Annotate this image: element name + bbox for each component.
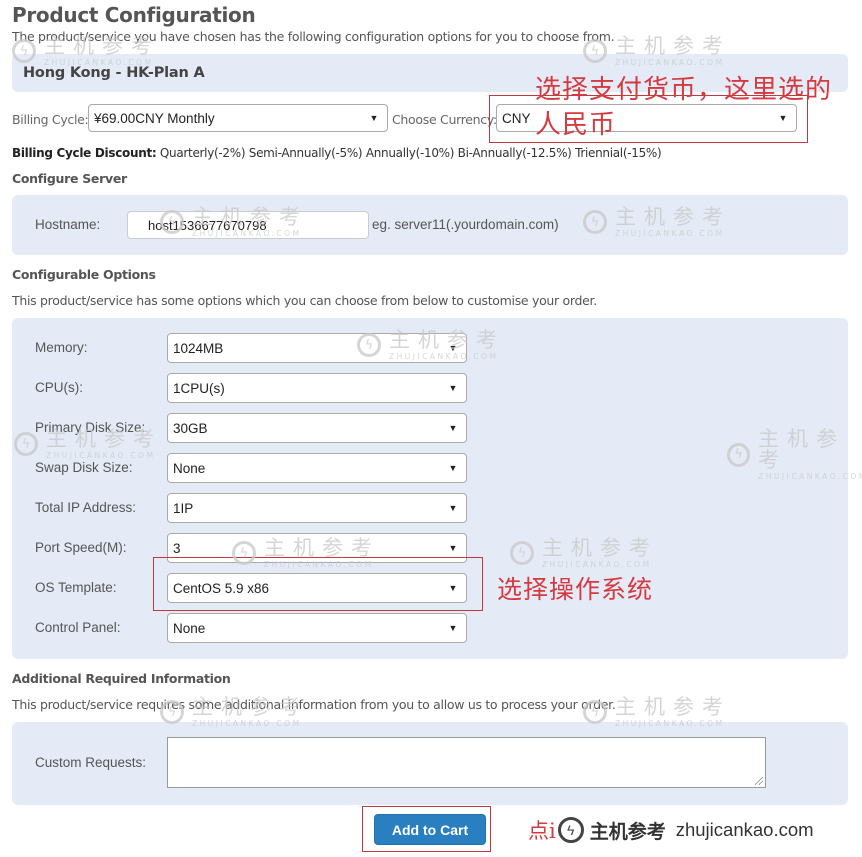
footer-watermark-en: zhujicankao.com <box>675 819 814 840</box>
footer-watermark-cn: 主机参考 <box>589 821 666 843</box>
additional-info-heading: Additional Required Information <box>12 671 231 686</box>
lightning-logo-icon: ϟ <box>510 541 534 566</box>
watermark-cn: 主机参考 <box>44 34 160 58</box>
watermark: ϟ 主机参考 ZHUJICANKAO.COM <box>232 538 380 569</box>
option-value: None <box>173 620 206 636</box>
chevron-down-icon: ▼ <box>448 383 458 393</box>
watermark-cn: 主机参考 <box>758 427 846 472</box>
watermark-en: ZHUJICANKAO.COM <box>615 229 725 238</box>
option-label: Memory: <box>35 340 88 355</box>
option-select[interactable]: 1CPU(s) ▼ <box>167 373 467 403</box>
billing-cycle-select[interactable]: ¥69.00CNY Monthly ▼ <box>88 104 388 132</box>
watermark-cn: 主机参考 <box>615 205 731 229</box>
lightning-logo-icon: ϟ <box>357 333 381 358</box>
chevron-down-icon: ▼ <box>448 423 458 433</box>
chevron-down-icon: ▼ <box>448 623 458 633</box>
os-annotation: 选择操作系统 <box>497 575 654 604</box>
watermark: ϟ 主机参考 ZHUJICANKAO.COM <box>14 429 162 460</box>
option-label: Port Speed(M): <box>35 540 127 555</box>
option-value: 1CPU(s) <box>173 380 225 396</box>
currency-annotation-line2: 人民币 <box>535 110 617 140</box>
custom-requests-textarea[interactable] <box>167 737 766 788</box>
chevron-down-icon: ▼ <box>448 463 458 473</box>
watermark-en: ZHUJICANKAO.COM <box>46 451 156 460</box>
option-label: Total IP Address: <box>35 500 137 515</box>
option-label: CPU(s): <box>35 380 83 395</box>
watermark: ϟ 主机参考 ZHUJICANKAO.COM <box>160 207 308 238</box>
option-select[interactable]: None ▼ <box>167 613 467 643</box>
watermark-cn: 主机参考 <box>615 34 731 58</box>
lightning-logo-icon: ϟ <box>727 442 751 467</box>
watermark-cn: 主机参考 <box>389 328 505 352</box>
cart-annotation-partial: 点i <box>528 819 556 843</box>
page-title: Product Configuration <box>12 3 256 27</box>
configurable-options-heading: Configurable Options <box>12 267 156 282</box>
lightning-logo-icon: ϟ <box>12 39 36 64</box>
watermark: ϟ 主机参考 ZHUJICANKAO.COM <box>12 36 160 67</box>
chevron-down-icon: ▼ <box>448 543 458 553</box>
watermark-en: ZHUJICANKAO.COM <box>192 719 302 728</box>
billing-cycle-label: Billing Cycle: <box>12 112 89 127</box>
discount-text: Quarterly(-2%) Semi-Annually(-5%) Annual… <box>159 146 662 160</box>
option-label: Swap Disk Size: <box>35 460 133 475</box>
watermark: ϟ 主机参考 ZHUJICANKAO.COM <box>357 330 505 361</box>
watermark-cn: 主机参考 <box>615 695 731 719</box>
watermark-en: ZHUJICANKAO.COM <box>192 229 302 238</box>
custom-requests-label: Custom Requests: <box>35 755 147 770</box>
plan-name: Hong Kong - HK-Plan A <box>23 65 205 81</box>
currency-annotation-line1: 选择支付货币，这里选的 <box>535 75 833 105</box>
lightning-logo-icon: ϟ <box>583 39 607 64</box>
lightning-logo-icon: ϟ <box>160 210 184 235</box>
resize-handle-icon[interactable] <box>755 777 763 785</box>
option-value: None <box>173 460 206 476</box>
option-value: 1IP <box>173 500 194 516</box>
lightning-logo-icon: ϟ <box>14 432 38 457</box>
additional-info-description: This product/service requires some addit… <box>12 697 616 712</box>
hostname-label: Hostname: <box>35 217 101 232</box>
watermark: ϟ 主机参考 ZHUJICANKAO.COM <box>583 697 731 728</box>
watermark-en: ZHUJICANKAO.COM <box>615 58 725 67</box>
watermark-cn: 主机参考 <box>192 205 308 229</box>
option-select[interactable]: 30GB ▼ <box>167 413 467 443</box>
option-value: 30GB <box>173 420 208 436</box>
discount-label: Billing Cycle Discount: <box>12 146 157 160</box>
billing-cycle-value: ¥69.00CNY Monthly <box>94 110 215 126</box>
currency-label: Choose Currency: <box>392 112 497 127</box>
watermark-en: ZHUJICANKAO.COM <box>758 472 862 481</box>
add-to-cart-button[interactable]: Add to Cart <box>374 814 486 845</box>
watermark-cn: 主机参考 <box>46 427 162 451</box>
hostname-hint: eg. server11(.yourdomain.com) <box>372 217 559 232</box>
configure-server-heading: Configure Server <box>12 171 127 186</box>
watermark-en: ZHUJICANKAO.COM <box>389 352 499 361</box>
watermark-en: ZHUJICANKAO.COM <box>615 719 725 728</box>
option-label: OS Template: <box>35 580 117 595</box>
watermark-en: ZHUJICANKAO.COM <box>542 560 652 569</box>
billing-discount: Billing Cycle Discount: Quarterly(-2%) S… <box>12 146 662 160</box>
lightning-logo-icon: ϟ <box>232 541 256 566</box>
watermark-cn: 主机参考 <box>264 536 380 560</box>
chevron-down-icon: ▼ <box>369 113 379 123</box>
watermark: ϟ 主机参考 ZHUJICANKAO.COM <box>583 207 731 238</box>
watermark: ϟ 主机参考 ZHUJICANKAO.COM <box>583 36 731 67</box>
watermark: ϟ 主机参考 ZHUJICANKAO.COM <box>160 697 308 728</box>
footer-watermark: 点i ϟ 主机参考 zhujicankao.com <box>528 815 814 845</box>
watermark: ϟ 主机参考 ZHUJICANKAO.COM <box>727 429 862 481</box>
lightning-logo-icon: ϟ <box>160 700 184 725</box>
watermark-cn: 主机参考 <box>542 536 658 560</box>
option-label: Control Panel: <box>35 620 121 635</box>
option-select[interactable]: 1IP ▼ <box>167 493 467 523</box>
lightning-logo-icon: ϟ <box>583 210 607 235</box>
watermark: ϟ 主机参考 ZHUJICANKAO.COM <box>510 538 658 569</box>
chevron-down-icon: ▼ <box>448 503 458 513</box>
watermark-en: ZHUJICANKAO.COM <box>44 58 154 67</box>
watermark-cn: 主机参考 <box>192 695 308 719</box>
watermark-en: ZHUJICANKAO.COM <box>264 560 374 569</box>
lightning-logo-icon: ϟ <box>583 700 607 725</box>
lightning-logo-icon: ϟ <box>557 817 584 843</box>
configurable-options-description: This product/service has some options wh… <box>12 293 597 308</box>
option-select[interactable]: None ▼ <box>167 453 467 483</box>
